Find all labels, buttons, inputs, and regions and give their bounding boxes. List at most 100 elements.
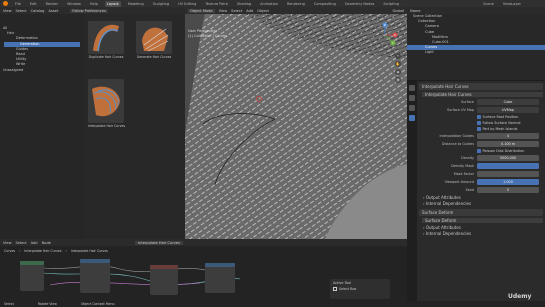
tab-rendering[interactable]: Rendering <box>285 1 307 7</box>
nodegroup-selector[interactable]: Interpolate Hair Curves <box>422 92 543 97</box>
asset-caption: Interpolate Hair Curves <box>88 124 126 128</box>
scene-selector[interactable]: Scene <box>481 1 496 7</box>
tab-layout[interactable]: Layout <box>104 0 121 7</box>
outliner-search-label[interactable]: Name <box>410 9 421 13</box>
tab-uv-editing[interactable]: UV Editing <box>176 1 198 7</box>
follow-preferences-dropdown[interactable]: Follow Preferences <box>70 8 108 13</box>
uv-map-field[interactable]: UVMap <box>477 107 539 113</box>
viewport-nav-buttons: + ✋ ◉ ▦ <box>395 53 401 83</box>
viewport-amount-field[interactable]: 1.000 <box>477 179 539 185</box>
mode-selector[interactable]: Object Mode <box>188 8 215 13</box>
tab-scripting[interactable]: Scripting <box>381 1 401 7</box>
internal-deps-panel[interactable]: › Internal Dependencies <box>419 200 543 206</box>
mask-factor-row: Mask Factor <box>419 170 543 178</box>
grid-icon[interactable]: ▦ <box>395 77 401 83</box>
navigation-gizmo[interactable]: X Y Z <box>371 21 399 49</box>
select-box-icon <box>333 287 337 291</box>
tab-animation[interactable]: Animation <box>258 1 280 7</box>
distance-field[interactable]: 0.100 m <box>477 141 539 147</box>
catalog-unassigned[interactable]: Unassigned <box>0 68 84 73</box>
status-bar: Select Rotate View Object Context Menu <box>0 301 545 307</box>
node-menu-select[interactable]: Select <box>16 241 27 245</box>
breadcrumb-interpolate-2[interactable]: Interpolate Hair Curves <box>71 249 108 253</box>
uv-map-label: Surface UV Map <box>446 108 474 112</box>
camera-view-icon[interactable]: ◉ <box>395 69 401 75</box>
distance-label: Distance to Guides <box>441 142 474 146</box>
node-group-selector[interactable]: Interpolate Hair Curves <box>134 240 183 245</box>
interp-guides-field[interactable]: 4 <box>477 133 539 139</box>
surface-label: Surface <box>461 100 474 104</box>
viewport-amount-label: Viewport Amount <box>444 180 474 184</box>
menu-file[interactable]: File <box>13 1 23 7</box>
tab-shading[interactable]: Shading <box>235 1 253 7</box>
sd-nodegroup-selector[interactable]: Surface Deform <box>422 218 543 223</box>
asset-browser-header: View Select Catalog Asset Follow Prefere… <box>0 7 185 14</box>
tab-sculpting[interactable]: Sculpting <box>151 1 171 7</box>
modifier-tab-icon[interactable] <box>409 115 415 121</box>
tab-compositing[interactable]: Compositing <box>312 1 338 7</box>
check-label: Follow Surface Normal <box>482 121 521 125</box>
asset-menu-asset[interactable]: Asset <box>48 9 58 13</box>
surface-field[interactable]: Cube <box>477 99 539 105</box>
tool-tab-icon[interactable] <box>409 85 415 91</box>
outliner-header: Name <box>407 7 545 14</box>
surface-deform-header[interactable]: Surface Deform <box>419 209 543 216</box>
tab-geometry-nodes[interactable]: Geometry Nodes <box>343 1 377 7</box>
outliner-light[interactable]: Light <box>407 50 545 55</box>
checkbox-icon[interactable] <box>477 149 481 153</box>
density-label: Density <box>461 156 474 160</box>
asset-menu-select[interactable]: Select <box>16 9 27 13</box>
modifier-name: Interpolate Hair Curves <box>422 84 469 89</box>
view-layer-selector[interactable]: ViewLayer <box>501 1 523 7</box>
checkbox-icon[interactable] <box>477 121 481 125</box>
sd-nodegroup-row[interactable]: Surface Deform <box>419 217 543 224</box>
properties-content: Interpolate Hair Curves Interpolate Hair… <box>419 83 543 236</box>
mask-factor-field[interactable] <box>477 171 539 177</box>
asset-duplicate-hair[interactable]: Duplicate Hair Curves <box>88 21 124 59</box>
seed-field[interactable]: 0 <box>477 187 539 193</box>
menu-render[interactable]: Render <box>44 1 60 7</box>
zoom-icon[interactable]: + <box>395 53 401 59</box>
3d-viewport[interactable]: Object Mode View Select Add Object Globa… <box>185 7 407 239</box>
output-tab-icon[interactable] <box>409 105 415 111</box>
density-mask-field[interactable] <box>477 163 539 169</box>
nodegroup-row[interactable]: Interpolate Hair Curves <box>419 91 543 98</box>
viewport-menu-add[interactable]: Add <box>246 9 253 13</box>
viewport-menu-view[interactable]: View <box>219 9 228 13</box>
asset-generate-hair[interactable]: Generate Hair Curves <box>136 21 172 59</box>
check-label: Surface Root Position <box>482 115 519 119</box>
menu-help[interactable]: Help <box>88 1 100 7</box>
catalog-tree: All Hair Deformation Generation Guides R… <box>0 14 84 239</box>
modifier-panel-header[interactable]: Interpolate Hair Curves <box>419 83 543 90</box>
node-menu-add[interactable]: Add <box>31 241 38 245</box>
status-rotate-view: Rotate View <box>37 302 57 306</box>
select-box-tool[interactable]: Select Box <box>330 287 390 291</box>
tab-modeling[interactable]: Modeling <box>126 1 146 7</box>
viewport-menu-select[interactable]: Select <box>231 9 242 13</box>
render-tab-icon[interactable] <box>409 95 415 101</box>
asset-caption: Duplicate Hair Curves <box>88 55 124 59</box>
sd-internal-deps-panel[interactable]: › Internal Dependencies <box>419 230 543 236</box>
node-menu-view[interactable]: View <box>3 241 12 245</box>
breadcrumb-interpolate-1[interactable]: Interpolate Hair Curves <box>24 249 61 253</box>
viewport-menu-object[interactable]: Object <box>257 9 269 13</box>
breadcrumb-curves[interactable]: Curves <box>4 249 15 253</box>
menu-window[interactable]: Window <box>65 1 83 7</box>
asset-interpolate-hair[interactable]: Interpolate Hair Curves <box>88 79 125 128</box>
node-editor[interactable]: View Select Add Node Interpolate Hair Cu… <box>0 239 407 301</box>
node-menu-node[interactable]: Node <box>42 241 51 245</box>
menu-edit[interactable]: Edit <box>28 1 39 7</box>
transform-orientation[interactable]: Global <box>393 9 404 13</box>
checkbox-icon[interactable] <box>477 127 481 131</box>
density-field[interactable]: 5000.000 <box>477 155 539 161</box>
blender-logo-icon[interactable] <box>3 1 8 6</box>
tab-texture-paint[interactable]: Texture Paint <box>203 1 230 7</box>
checkbox-icon[interactable] <box>477 115 481 119</box>
interp-guides-label: Interpolation Guides <box>439 134 474 138</box>
asset-menu-catalog[interactable]: Catalog <box>31 9 45 13</box>
asset-menu-view[interactable]: View <box>3 9 12 13</box>
udemy-watermark: Udemy <box>508 293 532 300</box>
pan-hand-icon[interactable]: ✋ <box>395 61 401 67</box>
status-context-menu: Object Context Menu <box>80 302 115 306</box>
outliner: Name Scene Collection Collection Camera … <box>407 7 545 80</box>
